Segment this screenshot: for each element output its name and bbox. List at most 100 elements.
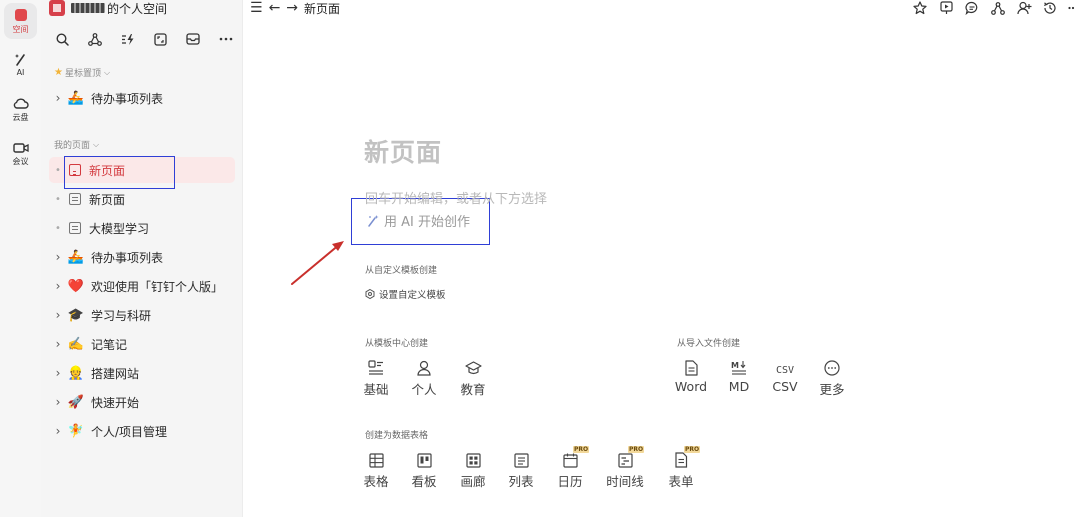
magic-wand-icon [368, 214, 379, 227]
word-doc-icon [685, 360, 698, 376]
page-item-label: 学习与科研 [91, 308, 152, 323]
forward-arrow-icon[interactable]: → [286, 0, 298, 16]
back-arrow-icon[interactable]: ← [269, 0, 281, 16]
present-button[interactable] [938, 0, 954, 16]
page-item[interactable]: › 🚀 快速开始 [49, 389, 235, 415]
page-item[interactable]: › ❤️ 欢迎使用「钉钉个人版」 [49, 273, 235, 299]
template-basic[interactable]: 基础 [356, 356, 396, 398]
rail-space[interactable]: 空间 [0, 3, 41, 39]
space-header[interactable]: 的个人空间 [49, 0, 167, 16]
import-markdown[interactable]: M MD [719, 356, 759, 394]
table-kanban[interactable]: 看板 [404, 448, 444, 490]
graph-button[interactable] [86, 30, 104, 48]
svg-text:M: M [731, 361, 739, 370]
pro-badge: PRO [628, 446, 645, 453]
relation-button[interactable] [990, 0, 1006, 16]
space-icon [14, 9, 27, 21]
chevron-down-icon: ⌵ [103, 67, 111, 77]
expand-button[interactable] [151, 30, 169, 48]
rocket-emoji-icon: 🚀 [67, 394, 85, 410]
starred-section-label[interactable]: ★ 星标置顶 ⌵ [54, 66, 110, 79]
inbox-button[interactable] [184, 30, 202, 48]
chevron-right-icon: › [55, 424, 61, 438]
add-user-icon [1016, 1, 1031, 15]
import-word[interactable]: Word [671, 356, 711, 394]
more-button[interactable] [217, 30, 235, 48]
comment-icon [965, 1, 978, 16]
page-item[interactable]: › 🎓 学习与科研 [49, 302, 235, 328]
template-education[interactable]: 教育 [453, 356, 493, 398]
table-form[interactable]: PRO 表单 [661, 446, 701, 490]
rail-meeting[interactable]: 会议 [0, 142, 41, 167]
bullet-icon: • [55, 222, 61, 234]
quick-action-button[interactable] [119, 30, 137, 48]
left-rail: 空间 AI 云盘 会议 [0, 0, 41, 517]
comment-button[interactable] [964, 0, 980, 16]
history-button[interactable] [1042, 0, 1058, 16]
table-calendar[interactable]: PRO 日历 [550, 446, 590, 490]
template-personal[interactable]: 个人 [404, 356, 444, 398]
editor-hint[interactable]: 回车开始编辑，或者从下方选择 [365, 188, 547, 207]
set-custom-template-button[interactable]: 设置自定义模板 [365, 287, 446, 301]
chevron-right-icon: › [55, 279, 61, 293]
table-label: 日历 [557, 474, 583, 489]
timeline-icon [617, 453, 633, 468]
kanban-icon [416, 453, 432, 468]
page-item[interactable]: › 🧚 个人/项目管理 [49, 418, 235, 444]
network-icon [87, 32, 102, 46]
table-grid[interactable]: 表格 [356, 448, 396, 490]
page-item-label: 快速开始 [91, 395, 140, 410]
more-horizontal-icon [1068, 6, 1075, 10]
table-gallery[interactable]: 画廊 [453, 448, 493, 490]
rail-cloud-label: 云盘 [12, 113, 29, 122]
menu-icon[interactable]: ☰ [250, 0, 263, 16]
import-label: Word [674, 379, 708, 394]
search-button[interactable] [53, 30, 71, 48]
import-more[interactable]: 更多 [812, 356, 852, 398]
table-label: 时间线 [606, 474, 644, 489]
star-outline-icon [913, 1, 927, 15]
page-item-label: 大模型学习 [89, 221, 150, 236]
video-camera-icon [12, 143, 29, 153]
import-csv[interactable]: CSV CSV [765, 356, 805, 394]
sidebar-toolbar [53, 30, 235, 48]
table-timeline[interactable]: PRO 时间线 [605, 446, 645, 490]
starred-item[interactable]: › 🚣 待办事项列表 [49, 85, 235, 111]
writing-hand-emoji-icon: ✍️ [67, 336, 85, 352]
more-circle-icon [824, 360, 840, 376]
page-item[interactable]: › 👷 搭建网站 [49, 360, 235, 386]
page-item[interactable]: › 🚣 待办事项列表 [49, 244, 235, 270]
rail-cloud[interactable]: 云盘 [0, 96, 41, 123]
chevron-right-icon: › [55, 308, 61, 322]
more-options-button[interactable] [1068, 0, 1076, 16]
gallery-icon [465, 453, 481, 468]
favorite-button[interactable] [912, 0, 928, 16]
my-pages-section-label[interactable]: 我的页面 ⌵ [54, 138, 99, 152]
inbox-icon [186, 33, 200, 45]
table-label: 画廊 [460, 474, 486, 489]
page-item[interactable]: • 新页面 [49, 186, 235, 212]
page-item-label: 个人/项目管理 [91, 424, 168, 439]
rail-ai[interactable]: AI [0, 52, 41, 77]
table-list[interactable]: 列表 [501, 448, 541, 490]
settings-icon [365, 288, 375, 300]
page-item[interactable]: › ✍️ 记笔记 [49, 331, 235, 357]
page-item-label: 记笔记 [91, 337, 128, 352]
page-item-label: 搭建网站 [91, 366, 140, 381]
page-item[interactable]: • 大模型学习 [49, 215, 235, 241]
calendar-icon [562, 453, 578, 468]
list-icon [513, 453, 529, 468]
pro-badge: PRO [684, 446, 701, 453]
markdown-icon: M [731, 361, 746, 375]
share-user-button[interactable] [1016, 0, 1032, 16]
ai-start-button[interactable]: 用 AI 开始创作 [366, 211, 470, 230]
template-label: 基础 [363, 382, 389, 397]
page-item-label: 欢迎使用「钉钉个人版」 [91, 279, 224, 294]
table-label: 看板 [411, 474, 437, 489]
more-horizontal-icon [219, 37, 233, 41]
chevron-right-icon: › [55, 250, 61, 264]
template-label: 教育 [460, 382, 486, 397]
import-label: 更多 [819, 382, 845, 397]
import-label: MD [728, 379, 750, 394]
page-title[interactable]: 新页面 [364, 133, 442, 169]
